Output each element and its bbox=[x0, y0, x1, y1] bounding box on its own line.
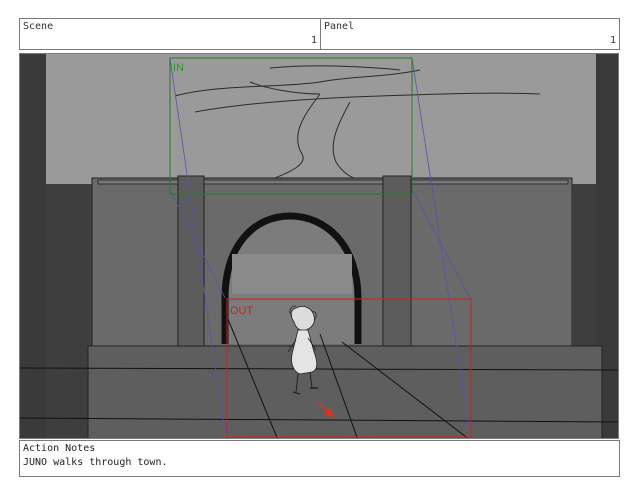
panel-label: Panel bbox=[324, 21, 355, 32]
left-building bbox=[46, 184, 92, 438]
panel-cell: Panel 1 bbox=[320, 18, 620, 50]
action-notes-text: JUNO walks through town. bbox=[23, 457, 168, 468]
arch-far-light bbox=[232, 254, 352, 294]
sky bbox=[46, 54, 596, 184]
out-frame-label: OUT bbox=[230, 305, 254, 317]
scene-number: 1 bbox=[310, 35, 317, 46]
action-notes-label: Action Notes bbox=[23, 443, 96, 454]
right-pillar bbox=[382, 175, 412, 347]
panel-drawing: IN OUT bbox=[20, 54, 618, 438]
panel-number: 1 bbox=[609, 35, 616, 46]
storyboard-panel: IN OUT bbox=[19, 53, 619, 439]
wall-ledge bbox=[97, 179, 569, 185]
left-wall-edge bbox=[20, 54, 46, 438]
action-notes-cell: Action Notes JUNO walks through town. bbox=[19, 440, 620, 477]
scene-label: Scene bbox=[23, 21, 54, 32]
in-frame-label: IN bbox=[173, 62, 184, 74]
street bbox=[87, 345, 603, 438]
scene-cell: Scene 1 bbox=[19, 18, 321, 50]
